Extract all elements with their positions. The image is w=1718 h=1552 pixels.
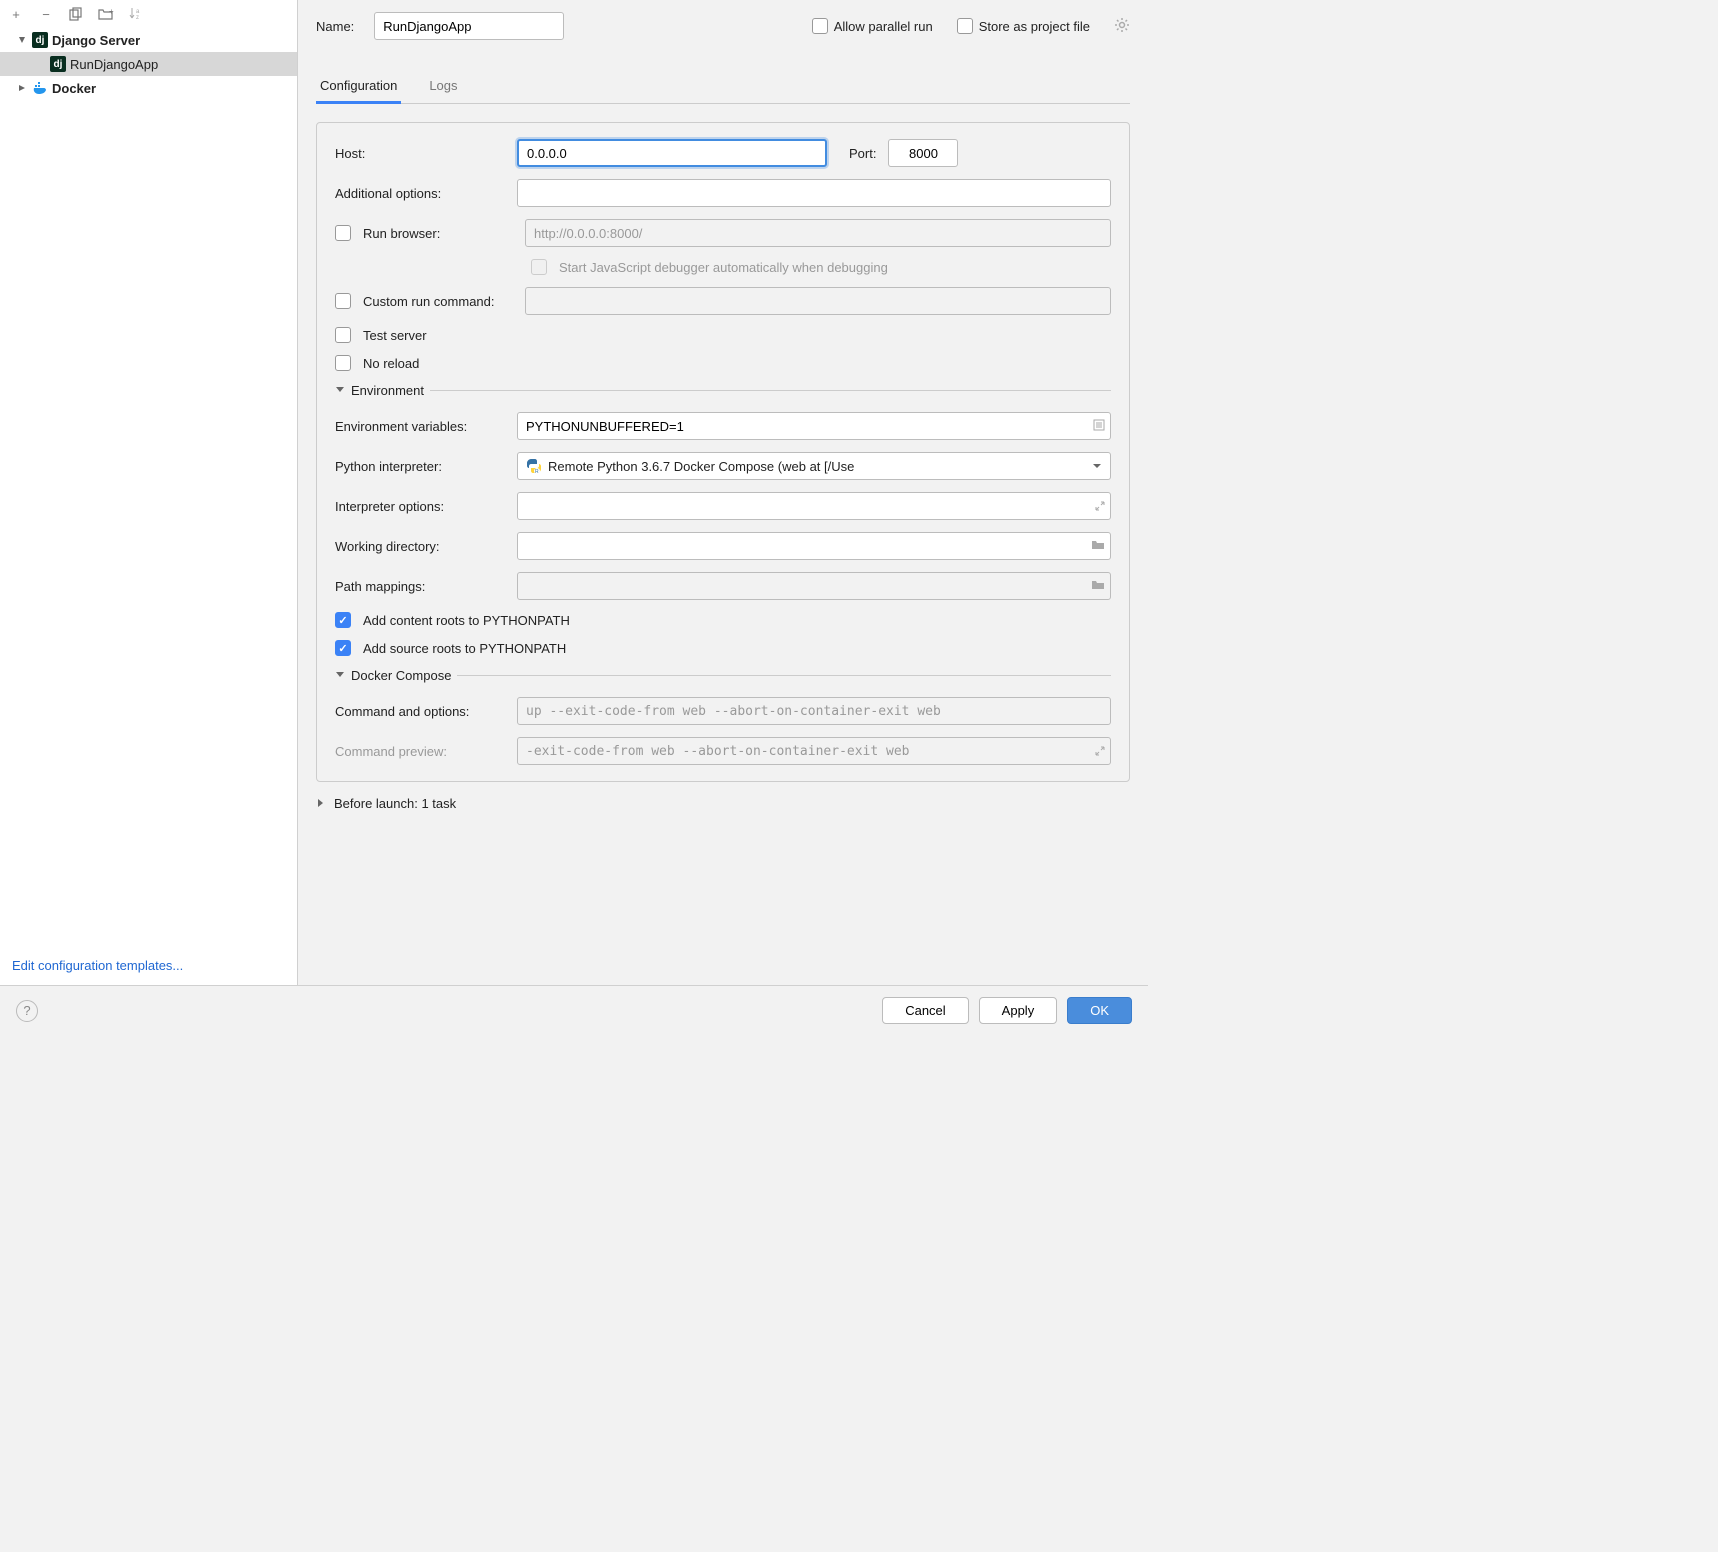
python-icon: R xyxy=(526,458,542,474)
tree-run-django-app[interactable]: dj RunDjangoApp xyxy=(0,52,297,76)
expand-icon[interactable] xyxy=(16,82,28,94)
collapse-icon[interactable] xyxy=(335,383,345,398)
add-config-button[interactable]: + xyxy=(8,6,24,22)
tree-docker[interactable]: Docker xyxy=(0,76,297,100)
docker-compose-section-header[interactable]: Docker Compose xyxy=(335,668,1111,683)
additional-options-label: Additional options: xyxy=(335,186,505,201)
expand-icon[interactable] xyxy=(16,34,28,46)
host-label: Host: xyxy=(335,146,505,161)
docker-compose-section-label: Docker Compose xyxy=(351,668,451,683)
command-preview-input xyxy=(517,737,1111,765)
before-launch-section[interactable]: Before launch: 1 task xyxy=(316,796,1130,811)
add-content-roots-checkbox[interactable] xyxy=(335,612,351,628)
svg-text:+: + xyxy=(109,7,114,16)
add-content-roots-label: Add content roots to PYTHONPATH xyxy=(363,613,570,628)
before-launch-label: Before launch: 1 task xyxy=(334,796,456,811)
custom-run-label: Custom run command: xyxy=(363,294,513,309)
path-mappings-input xyxy=(517,572,1111,600)
command-options-label: Command and options: xyxy=(335,704,505,719)
tree-label: RunDjangoApp xyxy=(70,57,158,72)
apply-button[interactable]: Apply xyxy=(979,997,1058,1024)
gear-icon[interactable] xyxy=(1114,17,1130,36)
config-panel: Host: Port: Additional options: Run brow… xyxy=(316,122,1130,782)
additional-options-input[interactable] xyxy=(517,179,1111,207)
tree-django-server[interactable]: dj Django Server xyxy=(0,28,297,52)
tree-label: Django Server xyxy=(52,33,140,48)
list-icon[interactable] xyxy=(1093,418,1105,434)
allow-parallel-label: Allow parallel run xyxy=(834,19,933,34)
help-button[interactable]: ? xyxy=(16,1000,38,1022)
name-label: Name: xyxy=(316,19,354,34)
command-options-input[interactable] xyxy=(517,697,1111,725)
collapse-icon[interactable] xyxy=(335,668,345,683)
copy-config-button[interactable] xyxy=(68,6,84,22)
port-input[interactable] xyxy=(888,139,958,167)
interpreter-value: Remote Python 3.6.7 Docker Compose (web … xyxy=(548,459,854,474)
django-icon: dj xyxy=(50,56,66,72)
name-input[interactable] xyxy=(374,12,564,40)
cancel-button[interactable]: Cancel xyxy=(882,997,968,1024)
folder-icon[interactable] xyxy=(1091,578,1105,594)
sidebar: + − + az dj Django Server xyxy=(0,0,298,985)
run-browser-url-input xyxy=(525,219,1111,247)
store-project-checkbox[interactable] xyxy=(957,18,973,34)
working-dir-label: Working directory: xyxy=(335,539,505,554)
host-input[interactable] xyxy=(517,139,827,167)
test-server-label: Test server xyxy=(363,328,427,343)
folder-add-button[interactable]: + xyxy=(98,6,114,22)
add-source-roots-checkbox[interactable] xyxy=(335,640,351,656)
working-dir-input[interactable] xyxy=(517,532,1111,560)
django-icon: dj xyxy=(32,32,48,48)
expand-icon[interactable] xyxy=(1095,498,1105,514)
interpreter-label: Python interpreter: xyxy=(335,459,505,474)
tab-logs[interactable]: Logs xyxy=(425,70,461,103)
no-reload-checkbox[interactable] xyxy=(335,355,351,371)
environment-section-label: Environment xyxy=(351,383,424,398)
tabs: Configuration Logs xyxy=(316,70,1130,104)
custom-run-checkbox[interactable] xyxy=(335,293,351,309)
folder-icon[interactable] xyxy=(1091,538,1105,554)
interp-options-label: Interpreter options: xyxy=(335,499,505,514)
path-mappings-label: Path mappings: xyxy=(335,579,505,594)
env-vars-label: Environment variables: xyxy=(335,419,505,434)
port-label: Port: xyxy=(849,146,876,161)
edit-templates-link[interactable]: Edit configuration templates... xyxy=(0,946,297,985)
no-reload-label: No reload xyxy=(363,356,419,371)
interpreter-dropdown[interactable]: R Remote Python 3.6.7 Docker Compose (we… xyxy=(517,452,1111,480)
run-browser-label: Run browser: xyxy=(363,226,513,241)
allow-parallel-checkbox[interactable] xyxy=(812,18,828,34)
store-project-label: Store as project file xyxy=(979,19,1090,34)
content-panel: Name: Allow parallel run Store as projec… xyxy=(298,0,1148,985)
tree-label: Docker xyxy=(52,81,96,96)
run-browser-checkbox[interactable] xyxy=(335,225,351,241)
expand-icon[interactable] xyxy=(1095,743,1105,759)
tab-configuration[interactable]: Configuration xyxy=(316,70,401,104)
sort-button[interactable]: az xyxy=(128,6,144,22)
ok-button[interactable]: OK xyxy=(1067,997,1132,1024)
test-server-checkbox[interactable] xyxy=(335,327,351,343)
expand-icon[interactable] xyxy=(316,796,326,811)
footer: ? Cancel Apply OK xyxy=(0,985,1148,1035)
env-vars-input[interactable] xyxy=(517,412,1111,440)
divider xyxy=(457,675,1111,676)
svg-text:z: z xyxy=(136,15,139,21)
sidebar-toolbar: + − + az xyxy=(0,0,297,28)
interp-options-input[interactable] xyxy=(517,492,1111,520)
environment-section-header[interactable]: Environment xyxy=(335,383,1111,398)
chevron-down-icon xyxy=(1092,459,1102,474)
docker-icon xyxy=(32,80,48,96)
svg-text:R: R xyxy=(535,469,539,474)
config-tree: dj Django Server dj RunDjangoApp Docker xyxy=(0,28,297,946)
command-preview-label: Command preview: xyxy=(335,744,505,759)
remove-config-button[interactable]: − xyxy=(38,6,54,22)
add-source-roots-label: Add source roots to PYTHONPATH xyxy=(363,641,566,656)
divider xyxy=(430,390,1111,391)
custom-run-input xyxy=(525,287,1111,315)
start-js-debugger-checkbox xyxy=(531,259,547,275)
start-js-debugger-label: Start JavaScript debugger automatically … xyxy=(559,260,888,275)
